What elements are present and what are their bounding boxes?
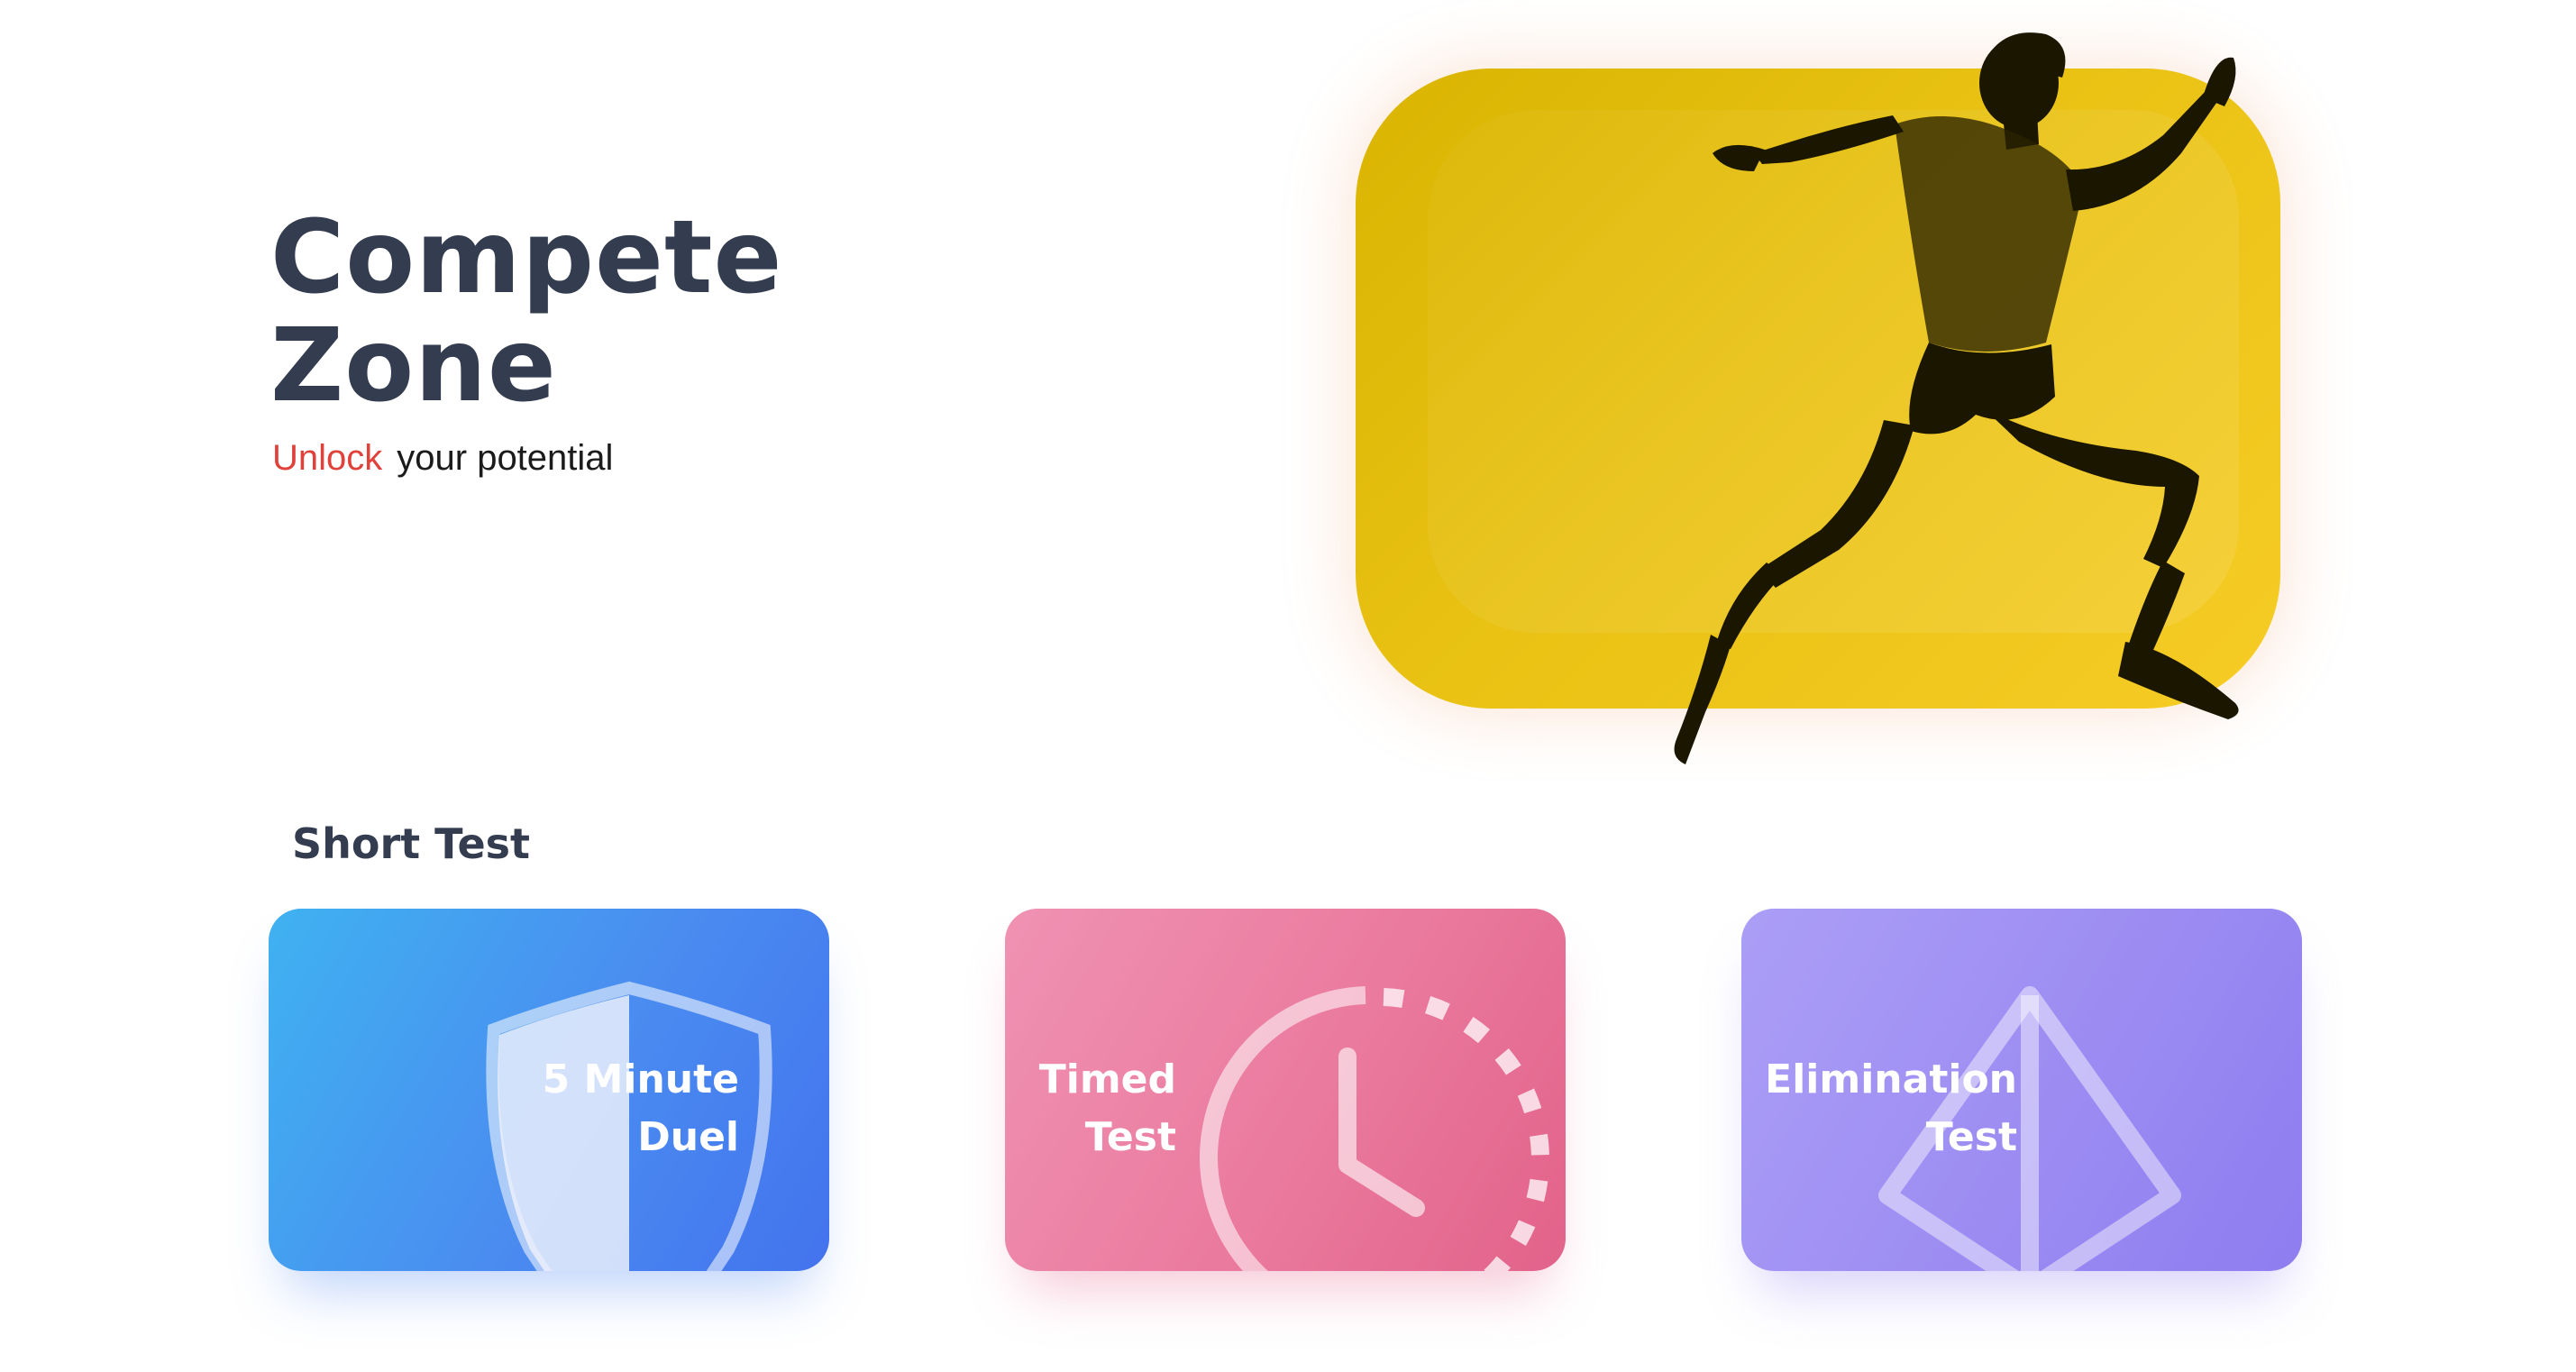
card-label-line2: Duel [637,1114,739,1160]
page-title-line2: Zone [270,307,557,425]
tagline-text: your potential [397,438,614,478]
tagline-accent: Unlock [272,438,383,478]
hero-tagline: Unlock your potential [272,436,613,480]
card-label-line2: Test [1925,1114,2017,1160]
elimination-test-card[interactable]: Elimination Test [1741,909,2302,1271]
card-label-line1: Elimination [1765,1056,2017,1102]
page-title: Compete Zone [270,204,782,420]
page-title-line1: Compete [270,199,783,316]
timed-test-label: Timed Test [1014,1051,1176,1166]
card-label-line1: Timed [1038,1056,1176,1102]
short-test-heading: Short Test [292,819,531,868]
timed-test-card[interactable]: Timed Test [1005,909,1566,1271]
compete-zone-page: Compete Zone Unlock your potential Short… [0,0,2576,1372]
runner-sprinting-image [1674,32,2239,764]
five-minute-duel-card[interactable]: 5 Minute Duel [269,909,829,1271]
five-minute-duel-label: 5 Minute Duel [288,1051,739,1166]
card-label-line1: 5 Minute [542,1056,739,1102]
card-label-line2: Test [1084,1114,1176,1160]
clock-icon [1200,986,1549,1271]
elimination-test-label: Elimination Test [1761,1051,2017,1166]
hero-banner [1352,18,2380,793]
